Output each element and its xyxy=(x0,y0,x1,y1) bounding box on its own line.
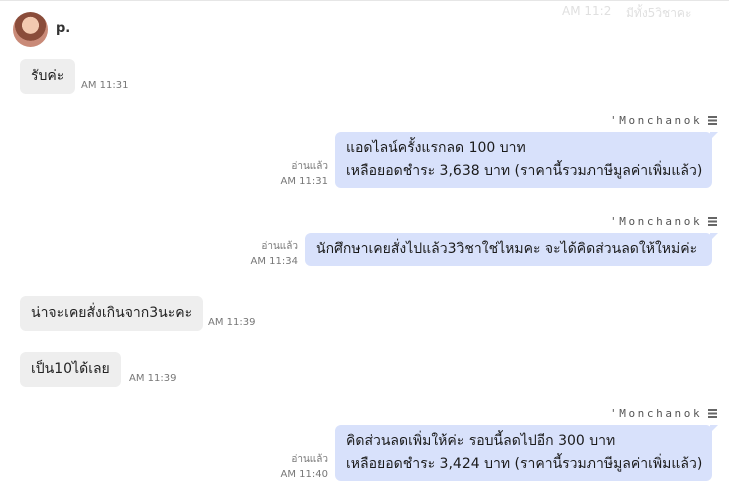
message-line: เหลือยอดชำระ 3,424 บาท (ราคานี้รวมภาษีมู… xyxy=(346,456,703,472)
outgoing-message[interactable]: นักศึกษาเคยสั่งไปแล้ว3วิชาใช่ไหมคะ จะได้… xyxy=(305,233,718,266)
agent-name: 'Monchanok xyxy=(610,114,703,127)
agent-name: 'Monchanok xyxy=(610,407,703,420)
contact-avatar[interactable] xyxy=(13,12,48,47)
message-text: น่าจะเคยสั่งเกินจาก3นะคะ xyxy=(31,305,193,321)
incoming-message[interactable]: รับค่ะ xyxy=(20,59,76,94)
message-time: AM 11:40 xyxy=(280,469,328,480)
message-time: AM 11:34 xyxy=(250,256,298,267)
message-time: AM 11:31 xyxy=(81,80,129,91)
menu-icon[interactable] xyxy=(708,217,717,226)
message-line: นักศึกษาเคยสั่งไปแล้ว3วิชาใช่ไหมคะ จะได้… xyxy=(316,241,698,257)
message-time: AM 11:39 xyxy=(129,373,177,384)
top-divider xyxy=(0,0,729,1)
menu-icon[interactable] xyxy=(708,116,717,125)
outgoing-message[interactable]: คิดส่วนลดเพิ่มให้ค่ะ รอบนี้ลดไปอีก 300 บ… xyxy=(335,425,718,481)
incoming-message[interactable]: น่าจะเคยสั่งเกินจาก3นะคะ xyxy=(20,296,204,331)
message-meta: อ่านแล้ว AM 11:31 xyxy=(281,159,328,189)
incoming-message[interactable]: เป็น10ได้เลย xyxy=(20,352,121,387)
message-line: คิดส่วนลดเพิ่มให้ค่ะ รอบนี้ลดไปอีก 300 บ… xyxy=(346,433,616,449)
ghost-time: AM 11:2 xyxy=(562,4,612,18)
menu-icon[interactable] xyxy=(708,409,717,418)
message-line: เหลือยอดชำระ 3,638 บาท (ราคานี้รวมภาษีมู… xyxy=(346,163,703,179)
message-text: รับค่ะ xyxy=(31,68,65,84)
contact-name: p. xyxy=(56,21,71,36)
read-receipt: อ่านแล้ว xyxy=(261,241,298,252)
message-meta: อ่านแล้ว AM 11:34 xyxy=(251,239,298,269)
message-meta: อ่านแล้ว AM 11:40 xyxy=(281,452,328,482)
message-text: เป็น10ได้เลย xyxy=(31,361,110,377)
read-receipt: อ่านแล้ว xyxy=(291,161,328,172)
message-line: แอดไลน์ครั้งแรกลด 100 บาท xyxy=(346,140,526,156)
message-time: AM 11:31 xyxy=(280,176,328,187)
message-time: AM 11:39 xyxy=(208,317,256,328)
ghost-text: มีทั้ง5วิชาคะ xyxy=(626,6,692,20)
agent-name: 'Monchanok xyxy=(610,215,703,228)
outgoing-message[interactable]: แอดไลน์ครั้งแรกลด 100 บาท เหลือยอดชำระ 3… xyxy=(335,132,718,188)
read-receipt: อ่านแล้ว xyxy=(291,454,328,465)
